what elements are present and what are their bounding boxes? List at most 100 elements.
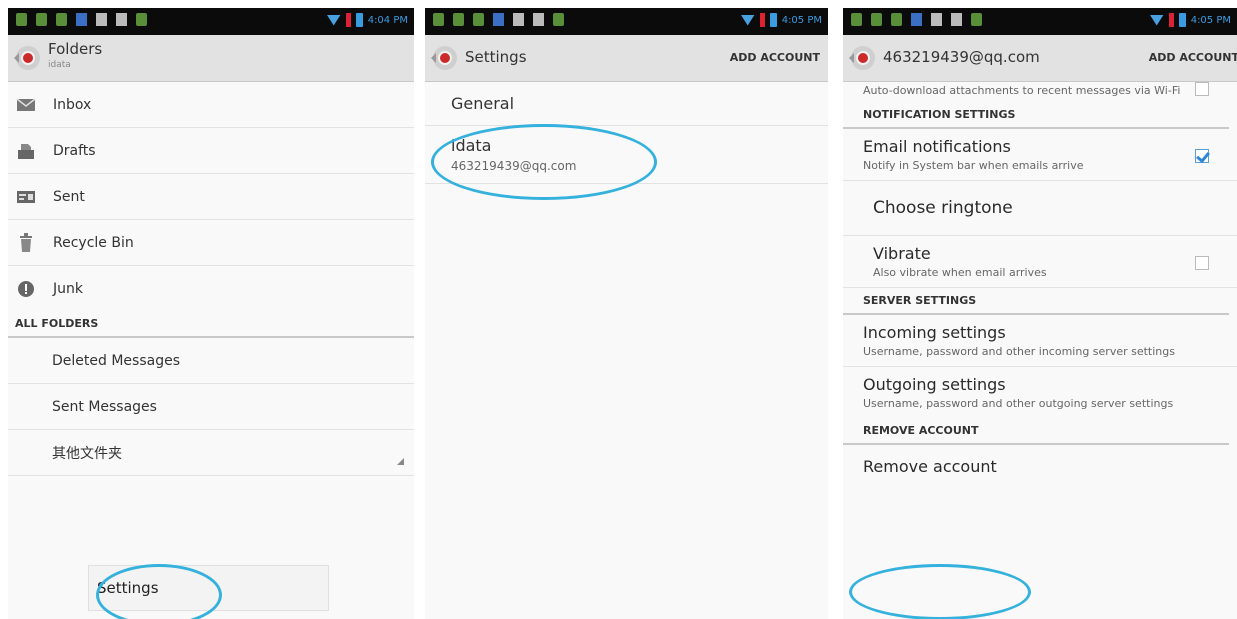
status-bar: 4:05 PM <box>425 8 828 35</box>
settings-screen: 4:05 PM Settings ADD ACCOUNT General ida… <box>425 8 828 619</box>
setting-title: Incoming settings <box>863 323 1006 342</box>
screen-title: 463219439@qq.com <box>883 48 1040 66</box>
menu-item-label: Settings <box>97 579 159 597</box>
settings-account[interactable]: idata 463219439@qq.com <box>425 126 828 184</box>
screen-title: Folders <box>48 40 103 58</box>
usb-icon <box>16 13 27 26</box>
sync-icon <box>871 13 882 26</box>
folder-label: 其他文件夹 <box>52 445 122 462</box>
remove-account-header: REMOVE ACCOUNT <box>843 418 1229 445</box>
highlight-circle <box>849 564 1031 619</box>
folder-drafts[interactable]: Drafts <box>8 128 414 174</box>
action-bar: Folders idata <box>8 35 414 82</box>
menu-item-settings[interactable]: Settings <box>88 565 329 611</box>
action-bar: Settings ADD ACCOUNT <box>425 35 828 82</box>
vibrate-setting[interactable]: Vibrate Also vibrate when email arrives <box>843 236 1237 288</box>
warning-icon <box>116 13 127 26</box>
auto-download-setting[interactable]: Auto-download attachments to recent mess… <box>843 82 1237 102</box>
usb-icon <box>851 13 862 26</box>
usb-debug-icon <box>473 13 484 26</box>
email-notifications-setting[interactable]: Email notifications Notify in System bar… <box>843 129 1237 181</box>
setting-summary: Notify in System bar when emails arrive <box>863 159 1084 172</box>
incoming-settings[interactable]: Incoming settings Username, password and… <box>843 315 1237 367</box>
folder-other[interactable]: 其他文件夹 <box>8 430 414 476</box>
account-email: 463219439@qq.com <box>451 159 577 173</box>
folders-screen: 4:04 PM Folders idata Inbox Drafts Sent … <box>8 8 414 619</box>
sd-card-icon <box>96 13 107 26</box>
android-icon <box>136 13 147 26</box>
junk-icon <box>15 280 37 298</box>
vibrate-checkbox[interactable] <box>1195 256 1209 270</box>
sent-icon <box>15 190 37 204</box>
warning-icon <box>951 13 962 26</box>
account-settings-screen: 4:05 PM 463219439@qq.com ADD ACCOUNT Aut… <box>843 8 1237 619</box>
settings-general[interactable]: General <box>425 82 828 126</box>
recycle-bin-icon <box>15 232 37 253</box>
usb-icon <box>433 13 444 26</box>
sync-icon <box>453 13 464 26</box>
general-label: General <box>451 94 515 113</box>
outgoing-settings[interactable]: Outgoing settings Username, password and… <box>843 367 1237 418</box>
all-folders-header: ALL FOLDERS <box>8 311 414 338</box>
email-app-icon[interactable] <box>431 46 457 70</box>
folder-label: Deleted Messages <box>52 352 180 369</box>
email-app-icon[interactable] <box>14 46 40 70</box>
picture-icon <box>493 13 504 26</box>
server-settings-header: SERVER SETTINGS <box>843 288 1229 315</box>
folder-label: Sent <box>53 188 85 205</box>
setting-title: Vibrate <box>873 244 931 263</box>
setting-title: Email notifications <box>863 137 1011 156</box>
battery-icon <box>1178 13 1186 27</box>
email-app-icon[interactable] <box>849 46 875 70</box>
expand-corner-icon <box>397 458 404 465</box>
action-bar: 463219439@qq.com ADD ACCOUNT <box>843 35 1237 82</box>
add-account-button[interactable]: ADD ACCOUNT <box>1149 51 1237 64</box>
folder-label: Drafts <box>53 142 96 159</box>
drafts-icon <box>15 142 37 160</box>
folder-label: Sent Messages <box>52 398 157 415</box>
add-account-button[interactable]: ADD ACCOUNT <box>730 51 820 64</box>
wifi-icon <box>740 14 755 26</box>
battery-icon <box>355 13 363 27</box>
status-bar: 4:04 PM <box>8 8 414 35</box>
notification-settings-header: NOTIFICATION SETTINGS <box>843 102 1229 129</box>
setting-title: Outgoing settings <box>863 375 1006 394</box>
picture-icon <box>911 13 922 26</box>
account-name: idata <box>451 136 492 155</box>
folder-junk[interactable]: Junk <box>8 266 414 311</box>
inbox-icon <box>15 97 37 112</box>
remove-account-button[interactable]: Remove account <box>843 445 1237 483</box>
android-icon <box>971 13 982 26</box>
screen-title: Settings <box>465 48 527 66</box>
signal-icon <box>759 13 765 27</box>
folder-deleted-messages[interactable]: Deleted Messages <box>8 338 414 384</box>
setting-summary: Username, password and other outgoing se… <box>863 397 1174 410</box>
setting-summary: Also vibrate when email arrives <box>873 266 1047 279</box>
folder-label: Inbox <box>53 96 92 113</box>
folder-recycle-bin[interactable]: Recycle Bin <box>8 220 414 266</box>
clock: 4:05 PM <box>1190 14 1231 26</box>
sd-card-icon <box>513 13 524 26</box>
android-icon <box>553 13 564 26</box>
clock: 4:04 PM <box>367 14 408 26</box>
folder-inbox[interactable]: Inbox <box>8 82 414 128</box>
setting-title: Remove account <box>863 457 997 476</box>
usb-debug-icon <box>56 13 67 26</box>
status-bar: 4:05 PM <box>843 8 1237 35</box>
usb-debug-icon <box>891 13 902 26</box>
signal-icon <box>345 13 351 27</box>
warning-icon <box>533 13 544 26</box>
choose-ringtone-setting[interactable]: Choose ringtone <box>843 181 1237 236</box>
wifi-icon <box>1149 14 1164 26</box>
account-subtitle: idata <box>48 60 71 70</box>
picture-icon <box>76 13 87 26</box>
auto-download-checkbox[interactable] <box>1195 82 1209 96</box>
sd-card-icon <box>931 13 942 26</box>
folder-sent-messages[interactable]: Sent Messages <box>8 384 414 430</box>
notification-icons <box>16 13 147 26</box>
wifi-icon <box>326 14 341 26</box>
folder-sent[interactable]: Sent <box>8 174 414 220</box>
folder-label: Junk <box>53 280 83 297</box>
email-notifications-checkbox[interactable] <box>1195 149 1209 163</box>
folder-label: Recycle Bin <box>53 234 134 251</box>
